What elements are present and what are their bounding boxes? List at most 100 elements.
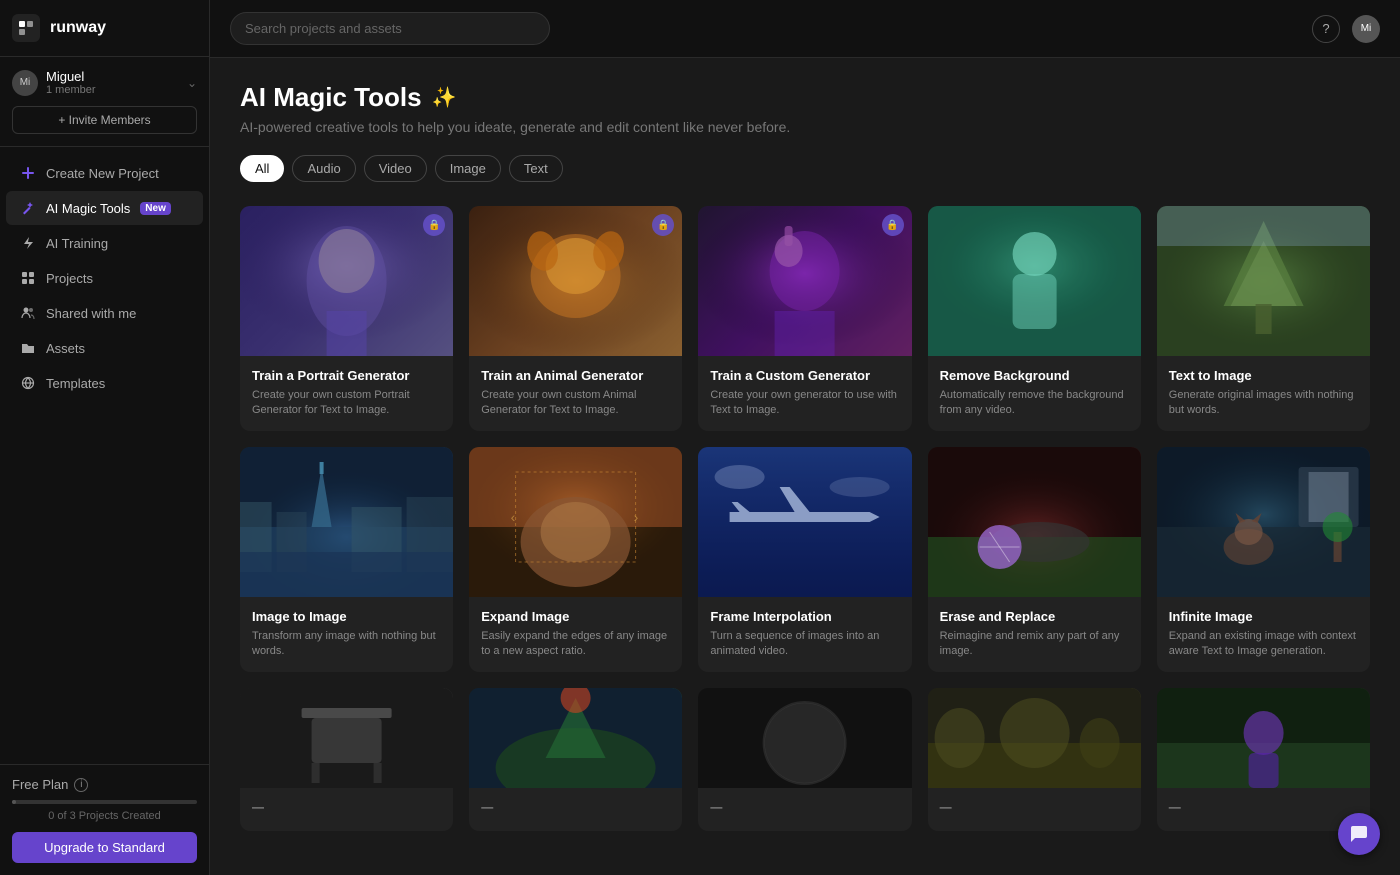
tool-card-image: [928, 688, 1141, 788]
sidebar-footer: Free Plan i 0 of 3 Projects Created Upgr…: [0, 764, 209, 875]
svg-text:›: ›: [634, 509, 639, 525]
page-title: AI Magic Tools: [240, 82, 422, 113]
tool-card-train-portrait[interactable]: 🔒 Train a Portrait Generator Create your…: [240, 206, 453, 431]
tool-card-image: [928, 447, 1141, 597]
tool-card-row3-4[interactable]: —: [928, 688, 1141, 831]
tool-card-image: [698, 447, 911, 597]
invite-members-button[interactable]: + Invite Members: [12, 106, 197, 134]
tool-card-body: —: [469, 788, 682, 831]
wand-icon: [20, 200, 36, 216]
tool-card-image: [928, 206, 1141, 356]
sidebar-item-assets[interactable]: Assets: [6, 331, 203, 365]
brand-name: runway: [50, 19, 106, 37]
tool-card-train-animal[interactable]: 🔒 Train an Animal Generator Create your …: [469, 206, 682, 431]
tool-card-body: Frame Interpolation Turn a sequence of i…: [698, 597, 911, 672]
plus-icon: [20, 165, 36, 181]
free-plan-text: Free Plan: [12, 777, 68, 792]
filter-tabs: All Audio Video Image Text: [240, 155, 1370, 182]
tool-card-image-to-image[interactable]: Image to Image Transform any image with …: [240, 447, 453, 672]
sidebar-item-templates[interactable]: Templates: [6, 366, 203, 400]
sidebar-item-projects-label: Projects: [46, 271, 93, 286]
sidebar-item-training[interactable]: AI Training: [6, 226, 203, 260]
tool-card-body: Erase and Replace Reimagine and remix an…: [928, 597, 1141, 672]
tool-card-row3-1[interactable]: —: [240, 688, 453, 831]
tool-card-text-to-image[interactable]: Text to Image Generate original images w…: [1157, 206, 1370, 431]
tool-card-body: Train a Portrait Generator Create your o…: [240, 356, 453, 431]
folder-icon: [20, 340, 36, 356]
tool-card-row3-5[interactable]: —: [1157, 688, 1370, 831]
tool-card-title: —: [1169, 800, 1358, 814]
tool-card-desc: Easily expand the edges of any image to …: [481, 629, 670, 660]
user-chevron-icon[interactable]: ⌄: [187, 76, 197, 90]
tool-card-erase-replace[interactable]: Erase and Replace Reimagine and remix an…: [928, 447, 1141, 672]
tool-card-body: —: [240, 788, 453, 831]
sidebar-item-shared[interactable]: Shared with me: [6, 296, 203, 330]
chat-button[interactable]: [1338, 813, 1380, 855]
tool-card-title: Train an Animal Generator: [481, 368, 670, 383]
new-badge: New: [140, 202, 171, 215]
sidebar-header: runway: [0, 0, 209, 57]
tool-card-frame-interpolation[interactable]: Frame Interpolation Turn a sequence of i…: [698, 447, 911, 672]
sidebar-item-templates-label: Templates: [46, 376, 105, 391]
upgrade-button[interactable]: Upgrade to Standard: [12, 832, 197, 863]
tool-card-image: 🔒: [469, 206, 682, 356]
sidebar-item-create-project[interactable]: Create New Project: [6, 156, 203, 190]
main-content: ? Mi AI Magic Tools ✨ AI-powered creativ…: [210, 0, 1400, 875]
sidebar-item-projects[interactable]: Projects: [6, 261, 203, 295]
sidebar-item-shared-label: Shared with me: [46, 306, 136, 321]
tool-card-body: Text to Image Generate original images w…: [1157, 356, 1370, 431]
tool-card-body: Train an Animal Generator Create your ow…: [469, 356, 682, 431]
user-section: Mi Miguel 1 member ⌄ + Invite Members: [0, 57, 209, 147]
tool-card-row3-3[interactable]: —: [698, 688, 911, 831]
tool-card-image: [1157, 688, 1370, 788]
tool-card-desc: Create your own generator to use with Te…: [710, 388, 899, 419]
tool-card-desc: Transform any image with nothing but wor…: [252, 629, 441, 660]
search-input[interactable]: [230, 12, 550, 45]
free-plan-label: Free Plan i: [12, 777, 197, 792]
tool-card-body: Expand Image Easily expand the edges of …: [469, 597, 682, 672]
tool-card-body: —: [1157, 788, 1370, 831]
avatar: Mi: [12, 70, 38, 96]
filter-tab-audio[interactable]: Audio: [292, 155, 355, 182]
sidebar-item-training-label: AI Training: [46, 236, 108, 251]
tool-card-title: —: [940, 800, 1129, 814]
tool-card-desc: Reimagine and remix any part of any imag…: [940, 629, 1129, 660]
tool-card-image: [1157, 447, 1370, 597]
person-icon: [20, 305, 36, 321]
tool-card-image: [1157, 206, 1370, 356]
info-icon[interactable]: i: [74, 778, 88, 792]
progress-bar-fill: [12, 800, 16, 804]
tool-card-row3-2[interactable]: —: [469, 688, 682, 831]
tool-card-train-custom[interactable]: 🔒 Train a Custom Generator Create your o…: [698, 206, 911, 431]
topbar: ? Mi: [210, 0, 1400, 58]
sidebar-item-magic-tools[interactable]: AI Magic Tools New: [6, 191, 203, 225]
tool-card-title: —: [481, 800, 670, 814]
filter-tab-text[interactable]: Text: [509, 155, 563, 182]
filter-tab-all[interactable]: All: [240, 155, 284, 182]
sidebar-item-create-project-label: Create New Project: [46, 166, 159, 181]
help-button[interactable]: ?: [1312, 15, 1340, 43]
tool-card-title: Expand Image: [481, 609, 670, 624]
page-title-row: AI Magic Tools ✨: [240, 82, 1370, 113]
tool-card-desc: Automatically remove the background from…: [940, 388, 1129, 419]
user-name: Miguel: [46, 69, 96, 84]
sidebar-item-assets-label: Assets: [46, 341, 85, 356]
tool-card-expand-image[interactable]: ‹ › Expand Image Easily expand the edges…: [469, 447, 682, 672]
filter-tab-video[interactable]: Video: [364, 155, 427, 182]
grid-icon: [20, 270, 36, 286]
tool-card-infinite-image[interactable]: Infinite Image Expand an existing image …: [1157, 447, 1370, 672]
tool-card-title: Erase and Replace: [940, 609, 1129, 624]
progress-bar: [12, 800, 197, 804]
tool-card-desc: Create your own custom Animal Generator …: [481, 388, 670, 419]
tool-card-title: Train a Portrait Generator: [252, 368, 441, 383]
tool-card-remove-bg[interactable]: Remove Background Automatically remove t…: [928, 206, 1141, 431]
filter-tab-image[interactable]: Image: [435, 155, 501, 182]
topbar-avatar[interactable]: Mi: [1352, 15, 1380, 43]
tool-card-image: [240, 688, 453, 788]
brand-logo: [12, 14, 40, 42]
user-info: Mi Miguel 1 member: [12, 69, 96, 96]
tool-card-title: Text to Image: [1169, 368, 1358, 383]
tool-card-title: Frame Interpolation: [710, 609, 899, 624]
tool-card-image: [240, 447, 453, 597]
tool-card-title: Remove Background: [940, 368, 1129, 383]
